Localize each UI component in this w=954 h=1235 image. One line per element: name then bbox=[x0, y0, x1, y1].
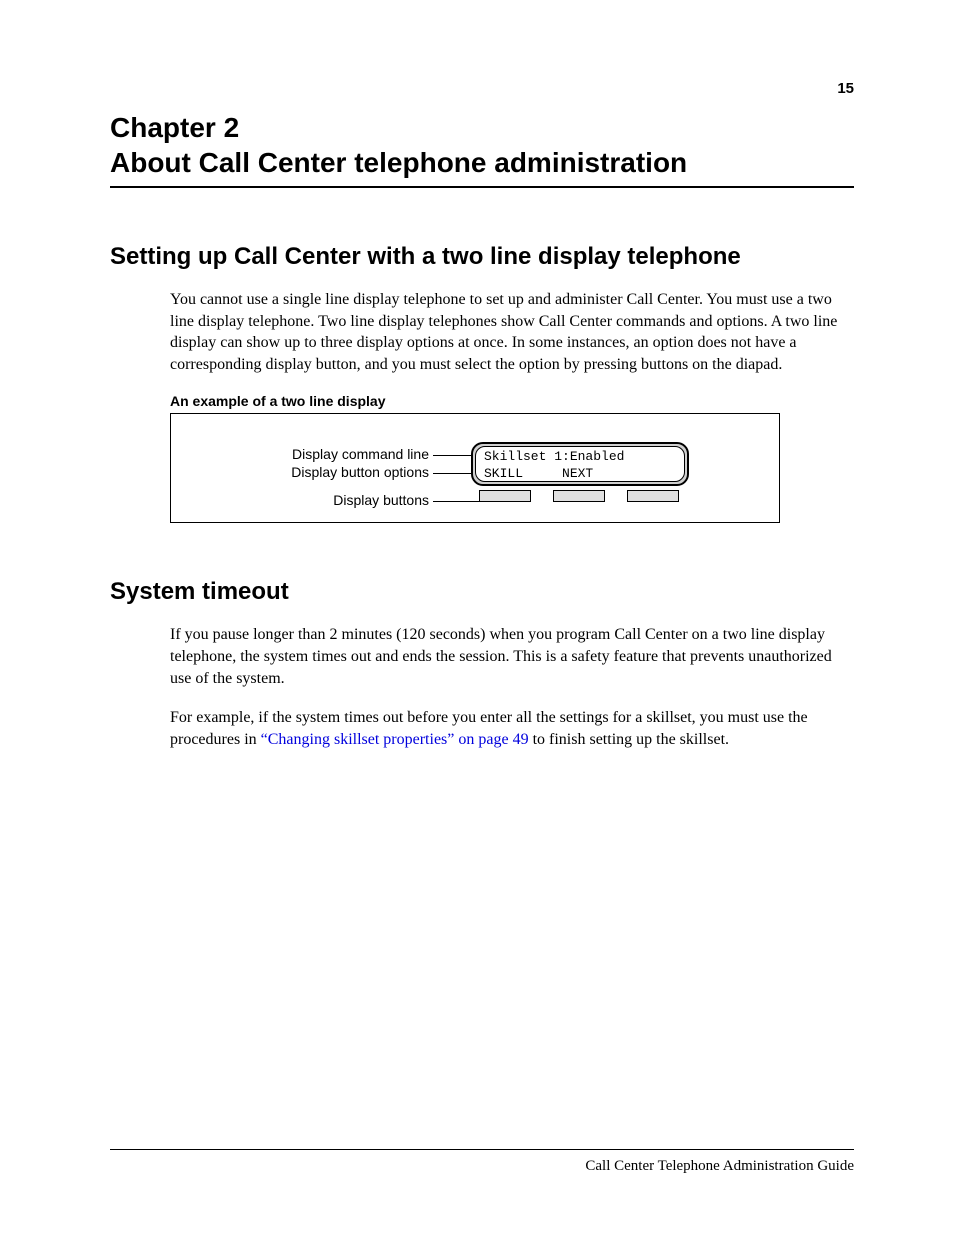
section-heading-timeout: System timeout bbox=[110, 578, 854, 606]
figure-caption: An example of a two line display bbox=[170, 393, 854, 409]
paragraph: For example, if the system times out bef… bbox=[170, 707, 854, 750]
callout-label: Display buttons bbox=[333, 492, 429, 508]
display-line-2: SKILL NEXT bbox=[484, 466, 593, 481]
leader-line bbox=[433, 473, 475, 474]
display-button bbox=[627, 490, 679, 502]
display-frame: Skillset 1:Enabled SKILL NEXT bbox=[471, 442, 689, 486]
display-button bbox=[553, 490, 605, 502]
display-buttons-row bbox=[479, 490, 679, 502]
chapter-heading-block: Chapter 2 About Call Center telephone ad… bbox=[110, 110, 854, 188]
display-screen: Skillset 1:Enabled SKILL NEXT bbox=[475, 446, 685, 482]
paragraph: If you pause longer than 2 minutes (120 … bbox=[170, 624, 854, 689]
paragraph: You cannot use a single line display tel… bbox=[170, 289, 854, 375]
leader-line bbox=[433, 455, 475, 456]
chapter-title: About Call Center telephone administrati… bbox=[110, 145, 854, 180]
callout-label: Display button options bbox=[291, 464, 429, 480]
page-number: 15 bbox=[837, 80, 854, 97]
two-line-display-figure: Display command line Display button opti… bbox=[170, 413, 780, 523]
display-button bbox=[479, 490, 531, 502]
display-line-1: Skillset 1:Enabled bbox=[484, 449, 624, 464]
section-heading-setup: Setting up Call Center with a two line d… bbox=[110, 243, 854, 271]
text-run: to finish setting up the skillset. bbox=[529, 731, 729, 748]
page-footer: Call Center Telephone Administration Gui… bbox=[110, 1149, 854, 1175]
callout-label: Display command line bbox=[292, 446, 429, 462]
cross-reference-link[interactable]: “Changing skillset properties” on page 4… bbox=[261, 731, 529, 748]
chapter-number: Chapter 2 bbox=[110, 110, 854, 145]
telephone-display: Skillset 1:Enabled SKILL NEXT bbox=[471, 442, 689, 486]
